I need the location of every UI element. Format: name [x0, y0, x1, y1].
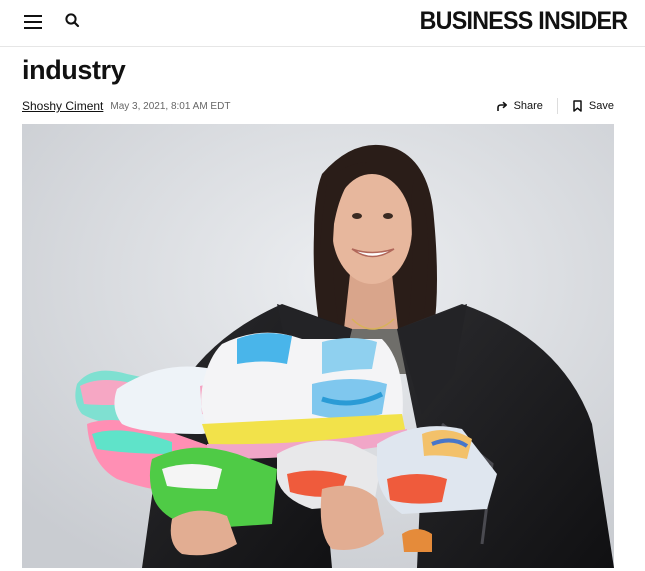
- byline: Shoshy Ciment May 3, 2021, 8:01 AM EDT S…: [22, 96, 614, 116]
- save-label: Save: [588, 100, 614, 112]
- author-link[interactable]: Shoshy Ciment: [22, 99, 103, 113]
- save-button[interactable]: Save: [572, 100, 614, 112]
- hero-photo: [22, 124, 614, 568]
- site-header: BUSINESS INSIDER: [0, 0, 645, 47]
- site-logo[interactable]: BUSINESS INSIDER: [419, 6, 627, 36]
- search-icon[interactable]: [63, 11, 83, 31]
- share-button[interactable]: Share: [496, 100, 543, 112]
- bookmark-icon: [573, 100, 582, 112]
- hero-photo-illustration: [22, 124, 614, 568]
- action-divider: [556, 98, 558, 114]
- publish-date: May 3, 2021, 8:01 AM EDT: [110, 100, 231, 112]
- article-actions: Share Save: [496, 98, 614, 114]
- share-arrow-icon: [496, 101, 507, 111]
- hamburger-menu-icon[interactable]: [22, 12, 46, 32]
- share-label: Share: [513, 100, 543, 112]
